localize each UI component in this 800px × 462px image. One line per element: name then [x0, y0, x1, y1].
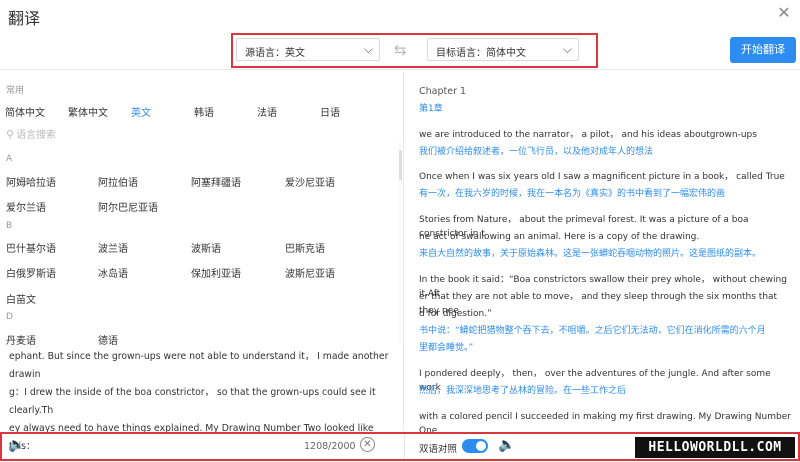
lang-item[interactable]: 波斯尼亚语: [285, 265, 335, 280]
common-lang-simplified-chinese[interactable]: 简体中文: [5, 104, 45, 119]
translation-line: 里都会睡觉。”: [419, 343, 474, 353]
lang-item[interactable]: 阿拉伯语: [98, 174, 138, 189]
target-language-select[interactable]: 目标语言：简体中文 ⌵: [427, 38, 579, 61]
speaker-icon[interactable]: 🔈: [8, 437, 25, 453]
translation-line: Chapter 1: [419, 86, 467, 97]
translation-line: d for digestion.”: [419, 309, 492, 319]
translation-pane: Chapter 1 第1章 we are introduced to the n…: [405, 72, 800, 436]
lang-item[interactable]: 阿姆哈拉语: [6, 174, 56, 189]
search-icon: ⚲: [6, 128, 15, 141]
translation-line: he act of swallowing an animal. Here is …: [419, 232, 700, 242]
common-languages-row: 简体中文 繁体中文 英文 韩语 法语 日语: [5, 104, 395, 120]
lang-item[interactable]: 冰岛语: [98, 265, 128, 280]
lang-item[interactable]: 丹麦语: [6, 332, 36, 347]
lang-item[interactable]: 巴斯克语: [285, 240, 325, 255]
common-lang-french[interactable]: 法语: [257, 104, 277, 119]
chevron-down-icon: ⌵: [363, 42, 373, 56]
lang-item[interactable]: 爱沙尼亚语: [285, 174, 335, 189]
translation-line: 第1章: [419, 104, 443, 114]
lang-item[interactable]: 保加利亚语: [191, 265, 241, 280]
group-letter-d: D: [6, 312, 13, 322]
window-title: 翻译: [8, 9, 41, 28]
lang-item[interactable]: 阿尔巴尼亚语: [98, 199, 158, 214]
close-icon[interactable]: ✕: [774, 3, 794, 23]
source-text-line: g：I drew the inside of the boa constrict…: [9, 387, 376, 416]
character-count: 1208/2000: [304, 441, 356, 452]
source-text-line: ephant. But since the grown-ups were not…: [9, 351, 389, 380]
common-lang-english[interactable]: 英文: [131, 104, 151, 119]
common-lang-traditional-chinese[interactable]: 繁体中文: [68, 104, 108, 119]
lang-item[interactable]: 阿塞拜疆语: [191, 174, 241, 189]
language-search-input[interactable]: ⚲ 语言搜索: [6, 126, 401, 144]
source-language-value: 源语言：英文: [245, 48, 305, 59]
watermark: HELLOWORLDLL.COM: [635, 437, 795, 458]
translation-line: 有一次，在我六岁的时候，我在一本名为《真实》的书中看到了一幅宏伟的画: [419, 189, 726, 199]
bilingual-toggle[interactable]: [462, 439, 488, 453]
lang-item[interactable]: 波斯语: [191, 240, 221, 255]
lang-item[interactable]: 波兰语: [98, 240, 128, 255]
lang-item[interactable]: 白俄罗斯语: [6, 265, 56, 280]
title-bar: 翻译 ✕: [0, 0, 800, 30]
pane-divider: [404, 434, 405, 459]
translation-line: 我们被介绍给叙述者，一位飞行员，以及他对成年人的想法: [419, 147, 654, 157]
lang-item[interactable]: 巴什基尔语: [6, 240, 56, 255]
translation-line: 书中说：“蟒蛇把猎物整个吞下去，不咀嚼。之后它们无法动，它们在消化所需的六个月: [419, 326, 766, 336]
language-search-placeholder: 语言搜索: [16, 130, 57, 141]
group-letter-a: A: [6, 154, 13, 164]
common-lang-korean[interactable]: 韩语: [194, 104, 214, 119]
swap-languages-icon[interactable]: ⇆: [394, 41, 407, 59]
lang-item[interactable]: 德语: [98, 332, 118, 347]
target-language-value: 目标语言：简体中文: [436, 48, 526, 59]
toggle-knob: [476, 441, 486, 451]
translation-line: we are introduced to the narrator， a pil…: [419, 130, 757, 140]
common-languages-label: 常用: [6, 86, 25, 96]
lang-item[interactable]: 爱尔兰语: [6, 199, 46, 214]
toolbar: 源语言：英文 ⌵ ⇆ 目标语言：简体中文 ⌵ 开始翻译: [0, 30, 800, 70]
group-letter-b: B: [6, 221, 13, 231]
common-lang-japanese[interactable]: 日语: [320, 104, 340, 119]
bilingual-toggle-label: 双语对照: [419, 444, 458, 455]
translation-line: Once when I was six years old I saw a ma…: [419, 172, 785, 182]
source-language-select[interactable]: 源语言：英文 ⌵: [236, 38, 380, 61]
translation-line: 来自大自然的故事，关于原始森林。这是一张蟒蛇吞咽动物的照片。这是图纸的副本。: [419, 249, 762, 259]
source-pane: 常用 简体中文 繁体中文 英文 韩语 法语 日语 ⚲ 语言搜索 A 阿姆哈拉语 阿…: [0, 72, 404, 452]
clear-icon[interactable]: ✕: [360, 437, 375, 452]
language-list-scroll-thumb[interactable]: [399, 150, 402, 180]
chevron-down-icon: ⌵: [562, 42, 572, 56]
speaker-icon[interactable]: 🔈: [498, 437, 515, 453]
start-translate-button[interactable]: 开始翻译: [730, 37, 796, 63]
translation-line: 然后，我深深地思考了丛林的冒险。在一些工作之后: [419, 386, 627, 396]
lang-item[interactable]: 白苗文: [6, 291, 36, 306]
